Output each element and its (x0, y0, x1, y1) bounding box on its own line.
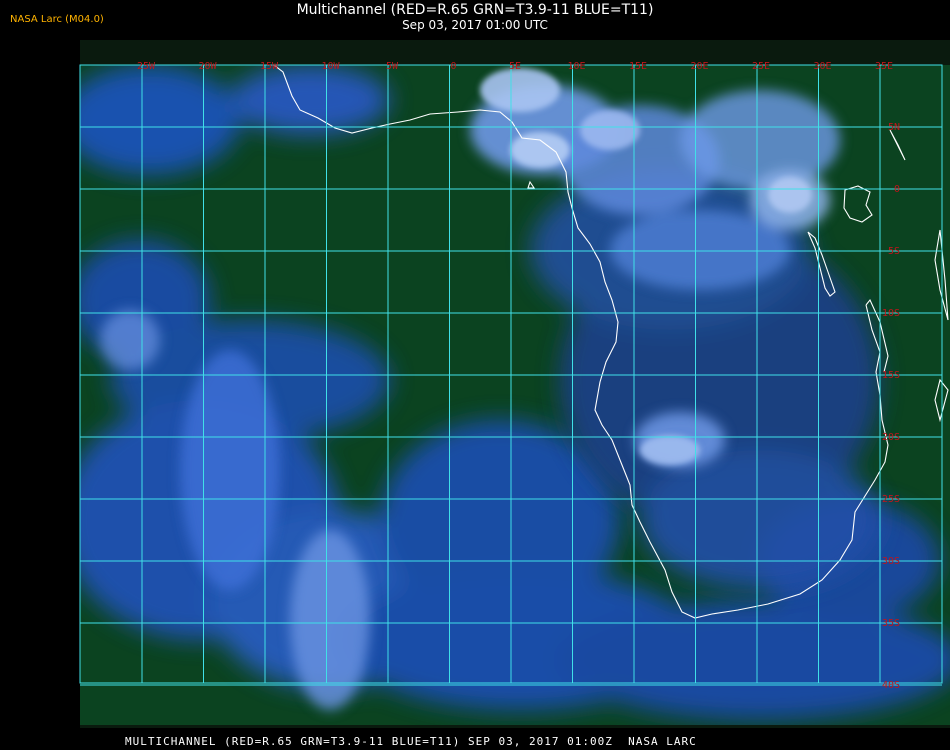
satellite-map: 25W 20W 15W 10W 5W 0 5E 10E 15E 20E 25E 30E 35E 5N 0 5… (79, 40, 950, 728)
latitude-label: 35S (882, 618, 900, 629)
longitude-label: 25E (752, 61, 770, 72)
longitude-label: 25W (137, 61, 156, 72)
footer-caption: MULTICHANNEL (RED=R.65 GRN=T3.9-11 BLUE=… (125, 735, 697, 748)
longitude-label: 10W (321, 61, 340, 72)
longitude-label: 30E (813, 61, 831, 72)
longitude-label: 20W (198, 61, 217, 72)
longitude-label: 35E (875, 61, 893, 72)
longitude-label: 0 (450, 61, 456, 72)
latitude-label: 15S (882, 370, 900, 381)
latitude-label: 40S (882, 680, 900, 691)
latitude-label: 30S (882, 556, 900, 567)
longitude-label: 15W (260, 61, 279, 72)
longitude-label: 10E (567, 61, 585, 72)
latitude-label: 5S (888, 246, 900, 257)
longitude-label: 5W (386, 61, 399, 72)
imagery-layer (80, 65, 950, 725)
longitude-label: 15E (629, 61, 647, 72)
latitude-label: 25S (882, 494, 900, 505)
latitude-label: 20S (882, 432, 900, 443)
longitude-label: 20E (690, 61, 708, 72)
latitude-label: 5N (888, 122, 900, 133)
latitude-label: 0 (894, 184, 900, 195)
longitude-label: 5E (509, 61, 521, 72)
latitude-label: 10S (882, 308, 900, 319)
